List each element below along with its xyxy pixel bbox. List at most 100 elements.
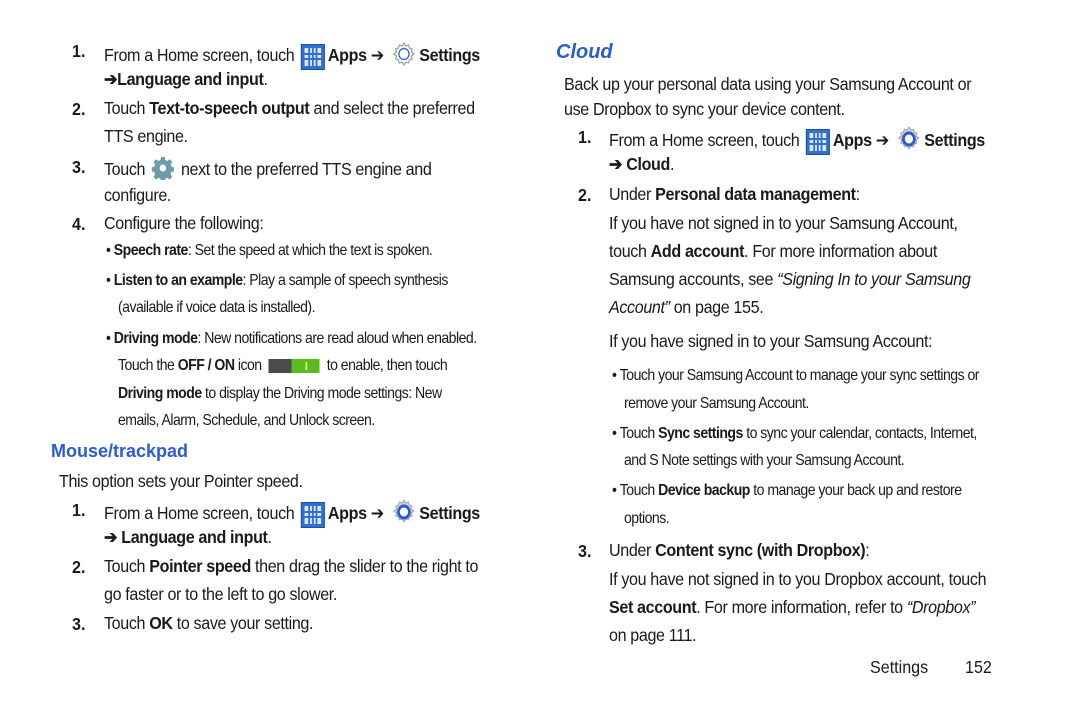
- bullet-text: Touch the: [118, 357, 178, 374]
- step-number: 2.: [72, 99, 86, 119]
- step-text: Samsung accounts, see: [609, 269, 778, 289]
- step-number: 3.: [72, 614, 86, 634]
- punct: :: [865, 540, 870, 560]
- cloud-bullet-2-line-2: and S Note settings with your Samsung Ac…: [624, 452, 905, 469]
- bullet-bold: Driving mode: [118, 385, 202, 402]
- settings-gear-icon: [896, 125, 922, 158]
- step-2-line: Touch Text-to-speech output and select t…: [104, 98, 475, 119]
- apps-grid-icon: [806, 128, 831, 155]
- tts-output-label: Text-to-speech output: [149, 98, 310, 118]
- step-text: . For more information, refer to: [696, 597, 907, 617]
- bullet-speech-rate: • Speech rate: Set the speed at which th…: [106, 242, 433, 259]
- cloud-step-2-line: Under Personal data management:: [609, 184, 860, 205]
- mouse-step-1-line-2: ➔ Language and input.: [104, 527, 272, 548]
- punct: .: [263, 69, 268, 89]
- step-text: Under: [609, 184, 656, 204]
- bullet-listen: • Listen to an example: Play a sample of…: [106, 272, 448, 289]
- step-3-line: Touch next to the preferred TTS engine a…: [104, 156, 432, 185]
- cloud-intro-1: Back up your personal data using your Sa…: [564, 74, 972, 94]
- settings-label: Settings: [419, 503, 480, 524]
- step-text: then drag the slider to the right to: [250, 556, 479, 576]
- step-text: . For more information about: [744, 241, 937, 261]
- settings-label: Settings: [419, 45, 480, 66]
- apps-grid-icon: [301, 501, 326, 528]
- language-input-label: ➔ Language and input: [104, 527, 268, 547]
- punct: :: [855, 184, 861, 204]
- step-number: 1.: [72, 500, 86, 520]
- arrow-icon: ➔: [370, 45, 384, 66]
- bullet-text: : Set the speed at which the text is spo…: [187, 242, 433, 259]
- section-heading-mouse-trackpad: Mouse/trackpad: [51, 441, 189, 461]
- apps-label: Apps: [832, 130, 872, 151]
- step-number: 1.: [72, 41, 86, 61]
- cloud-step-2-p1: If you have not signed in to your Samsun…: [609, 213, 958, 233]
- page-number: 152: [965, 657, 992, 677]
- step-text: From a Home screen, touch: [104, 503, 295, 524]
- step-number: 3.: [578, 541, 592, 561]
- cross-reference-link[interactable]: “Signing In to your Samsung: [777, 269, 971, 289]
- mouse-step-2-line-2: go faster or to the left to go slower.: [104, 584, 338, 604]
- bullet-driving-line-4: emails, Alarm, Schedule, and Unlock scre…: [118, 412, 375, 429]
- bullet-text: Touch: [619, 425, 659, 442]
- bullet-text: to enable, then touch: [326, 357, 448, 374]
- step-text: Under: [609, 540, 656, 560]
- cloud-step-3-line: Under Content sync (with Dropbox):: [609, 540, 870, 561]
- cloud-step-3-p2: Set account. For more information, refer…: [609, 597, 976, 618]
- arrow-icon: ➔: [875, 130, 889, 151]
- add-account-label: Add account: [650, 241, 745, 261]
- step-1-line-2: ➔Language and input.: [104, 69, 268, 90]
- bullet-text: to manage your back up and restore: [749, 482, 962, 499]
- step-4-line: Configure the following:: [104, 213, 264, 233]
- apps-label: Apps: [327, 45, 367, 66]
- ok-label: OK: [149, 613, 173, 633]
- cloud-intro-2: use Dropbox to sync your device content.: [564, 99, 845, 119]
- bullet-text: to display the Driving mode settings: Ne…: [201, 385, 442, 402]
- step-text: Touch: [104, 613, 150, 633]
- bullet-text: icon: [234, 357, 262, 374]
- cloud-step-1-line-2: ➔ Cloud.: [609, 154, 675, 175]
- cloud-label: ➔ Cloud: [609, 154, 670, 174]
- bullet-driving: • Driving mode: New notifications are re…: [106, 330, 477, 347]
- bullet-text: Touch: [619, 482, 659, 499]
- step-number: 3.: [72, 157, 86, 177]
- set-account-label: Set account: [609, 597, 697, 617]
- cloud-bullet-2: • Touch Sync settings to sync your calen…: [612, 425, 977, 442]
- step-text: on page 155.: [669, 297, 764, 317]
- step-text: Touch: [104, 98, 150, 118]
- bullet-listen-line-2: (available if voice data is installed).: [118, 299, 316, 316]
- settings-gear-icon: [391, 498, 417, 531]
- settings-label: Settings: [924, 130, 985, 151]
- bullet-text: Touch your Samsung Account to manage you…: [619, 367, 980, 384]
- mouse-step-2-line: Touch Pointer speed then drag the slider…: [104, 556, 478, 577]
- sync-settings-label: Sync settings: [658, 425, 743, 442]
- content-sync-label: Content sync (with Dropbox): [655, 540, 866, 560]
- cross-reference-link[interactable]: Account”: [609, 297, 670, 317]
- bullet-bold: Listen to an example: [113, 272, 243, 289]
- mouse-intro: This option sets your Pointer speed.: [59, 471, 303, 491]
- arrow-icon: ➔: [370, 503, 384, 524]
- bullet-driving-line-2: Touch the OFF / ON icon to enable, then t…: [118, 357, 448, 375]
- cloud-step-2-p3: Samsung accounts, see “Signing In to you…: [609, 269, 971, 290]
- settings-gear-outline-icon: [391, 40, 417, 73]
- step-text: to save your setting.: [172, 613, 314, 633]
- step-number: 1.: [578, 127, 592, 147]
- step-text: Touch: [104, 159, 146, 180]
- step-number: 2.: [578, 185, 592, 205]
- cloud-step-2-p2: touch Add account. For more information …: [609, 241, 937, 262]
- step-text: From a Home screen, touch: [104, 45, 295, 66]
- step-number: 2.: [72, 557, 86, 577]
- bullet-bold: Driving mode: [113, 330, 198, 347]
- punct: .: [669, 154, 675, 174]
- language-input-label: ➔Language and input: [104, 69, 264, 89]
- cloud-step-3-p1: If you have not signed in to you Dropbox…: [609, 569, 987, 589]
- bullet-text: : New notifications are read aloud when …: [197, 330, 477, 347]
- off-on-label: OFF / ON: [177, 357, 235, 374]
- personal-data-label: Personal data management: [655, 184, 856, 204]
- toggle-on-icon: [268, 358, 320, 373]
- cross-reference-link[interactable]: “Dropbox”: [907, 597, 976, 617]
- device-backup-label: Device backup: [658, 482, 750, 499]
- cloud-step-2-p4: Account” on page 155.: [609, 297, 764, 318]
- footer-section: Settings: [870, 657, 929, 677]
- mouse-step-3-line: Touch OK to save your setting.: [104, 613, 313, 634]
- cloud-bullet-3-line-2: options.: [624, 510, 670, 527]
